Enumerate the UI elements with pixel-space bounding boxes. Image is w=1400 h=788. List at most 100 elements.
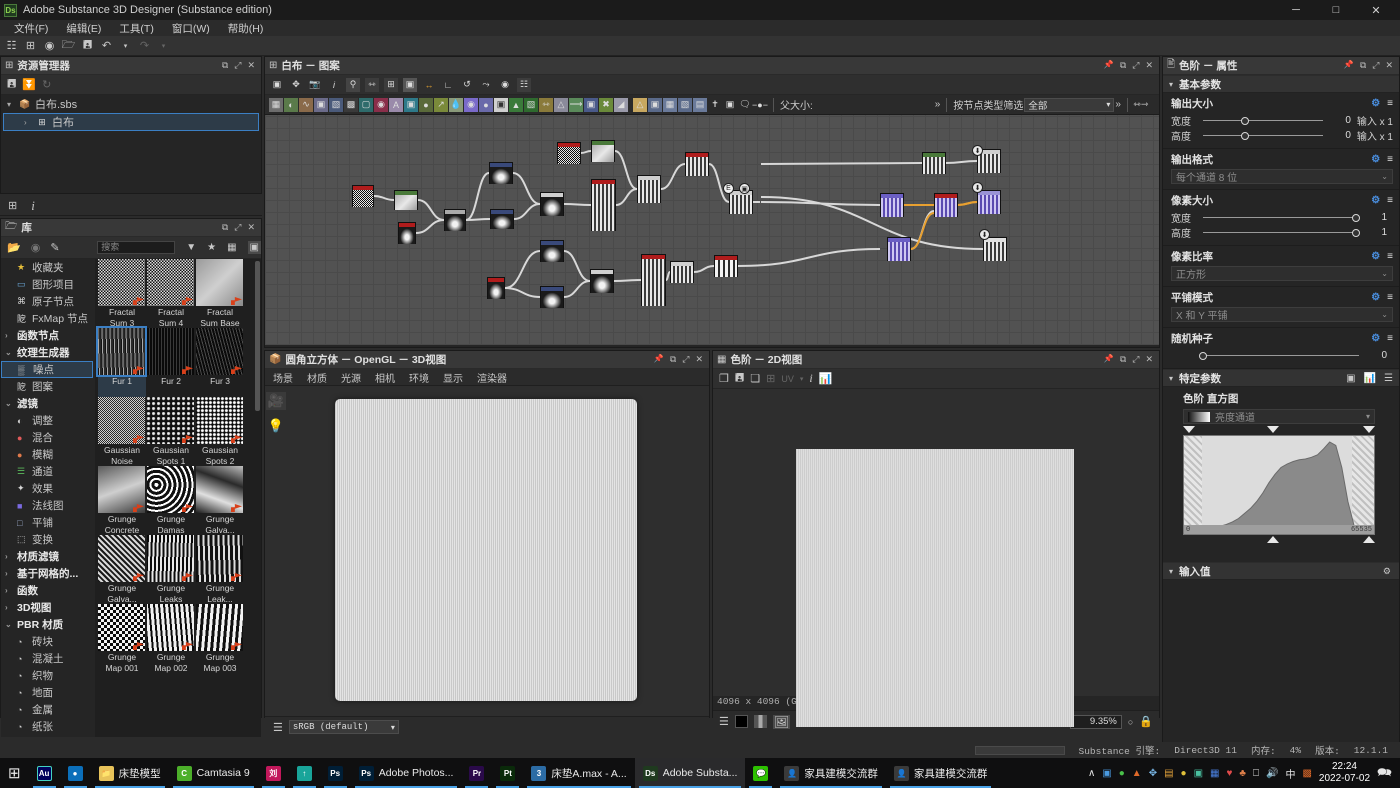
slider-knob[interactable] bbox=[1241, 132, 1249, 140]
node-bake3-icon[interactable]: ▧ bbox=[678, 98, 692, 112]
white-point-marker[interactable] bbox=[1363, 426, 1375, 433]
curve-editor-icon[interactable]: 📊 bbox=[1364, 373, 1376, 384]
node-color-icon[interactable]: ◉ bbox=[464, 98, 478, 112]
menu-edit[interactable]: 编辑(E) bbox=[58, 20, 109, 37]
taskbar-item[interactable]: Au bbox=[29, 758, 60, 788]
library-item[interactable]: GrungeGalva... bbox=[196, 466, 244, 535]
section-specific-params[interactable]: ▾ 特定参数 ▣ 📊 ☰ bbox=[1163, 369, 1399, 387]
tray-icon-3[interactable]: ▲ bbox=[1132, 768, 1142, 779]
library-category-2[interactable]: ⌘原子节点 bbox=[1, 293, 95, 310]
search-icon[interactable]: ⚲ bbox=[346, 78, 360, 92]
node-tile-icon[interactable]: ▦ bbox=[269, 98, 283, 112]
detail-view-icon[interactable]: ▣ bbox=[248, 241, 261, 254]
expose-parameter-icon[interactable]: ⚙ bbox=[1371, 154, 1380, 165]
colorspace-icon[interactable]: ☰ bbox=[719, 715, 729, 728]
menu-window[interactable]: 窗口(W) bbox=[164, 20, 218, 37]
node-hsl-icon[interactable]: ● bbox=[479, 98, 493, 112]
slider-knob[interactable] bbox=[1241, 117, 1249, 125]
camera-icon[interactable]: 📷 bbox=[308, 78, 322, 92]
node-curve-icon[interactable]: ∿ bbox=[299, 98, 313, 112]
library-category-15[interactable]: □平铺 bbox=[1, 514, 95, 531]
channel-split-swatch[interactable] bbox=[754, 715, 767, 728]
tray-icon-2[interactable]: ● bbox=[1119, 768, 1125, 779]
graph-node[interactable] bbox=[887, 237, 911, 261]
graph-node[interactable] bbox=[934, 193, 958, 217]
graph-node[interactable] bbox=[685, 152, 709, 176]
explorer-maximize-button[interactable]: ⤢ bbox=[234, 60, 241, 71]
properties-pin-button[interactable]: 📌 bbox=[1344, 60, 1354, 71]
view3d-maximize-button[interactable]: ⤢ bbox=[682, 354, 689, 365]
taskbar-item[interactable]: 刘 bbox=[258, 758, 289, 788]
expose-parameter-icon[interactable]: ⚙ bbox=[1371, 292, 1380, 303]
slider-knob[interactable] bbox=[1352, 214, 1360, 222]
curve-icon[interactable]: ⤳ bbox=[479, 78, 493, 92]
input-values-settings-icon[interactable]: ⚙ bbox=[1383, 566, 1399, 577]
library-item[interactable]: GrungeDamas bbox=[147, 466, 195, 535]
graph-node[interactable] bbox=[641, 254, 666, 306]
chevron-right-icon[interactable]: › bbox=[5, 552, 13, 561]
graph-undock-button[interactable]: ⧉ bbox=[1120, 60, 1126, 71]
colorspace-select[interactable]: sRGB (default) ▾ bbox=[289, 720, 399, 734]
graph-node[interactable] bbox=[540, 192, 564, 216]
camera-tool-icon[interactable]: 🎥 bbox=[266, 392, 286, 410]
properties-maximize-button[interactable]: ⤢ bbox=[1372, 60, 1379, 71]
link-style-icon[interactable]: ∟ bbox=[441, 78, 455, 92]
library-category-6[interactable]: ▒噪点 bbox=[1, 361, 93, 378]
node-fxmap-icon[interactable]: ▧ bbox=[329, 98, 343, 112]
graph-node[interactable] bbox=[557, 142, 581, 164]
output-white-marker[interactable] bbox=[1363, 536, 1375, 543]
graph-link[interactable] bbox=[738, 249, 880, 266]
graph-link[interactable] bbox=[418, 200, 444, 220]
section-basic-params[interactable]: ▾ 基本参数 bbox=[1163, 75, 1399, 93]
graph-link[interactable] bbox=[564, 204, 591, 205]
explorer-root-row[interactable]: ▾ 📦 白布.sbs bbox=[1, 95, 261, 113]
library-category-1[interactable]: ▭图形项目 bbox=[1, 276, 95, 293]
slider-knob[interactable] bbox=[1199, 352, 1207, 360]
tray-icon-11[interactable]: ▩ bbox=[1302, 768, 1311, 779]
node-shuffle-icon[interactable]: ✖ bbox=[599, 98, 613, 112]
node-normal-icon[interactable]: ▲ bbox=[509, 98, 523, 112]
frame-all-icon[interactable]: ▣ bbox=[270, 78, 284, 92]
graph-node[interactable] bbox=[637, 175, 661, 203]
graph-node[interactable] bbox=[490, 209, 514, 229]
graph-link[interactable] bbox=[466, 219, 490, 220]
tray-icon-6[interactable]: ● bbox=[1181, 768, 1187, 779]
graph-node[interactable] bbox=[591, 179, 616, 231]
node-bake2-icon[interactable]: ▦ bbox=[663, 98, 677, 112]
view3d-menu-display[interactable]: 显示 bbox=[443, 370, 463, 385]
node-light-icon[interactable]: △ bbox=[554, 98, 568, 112]
library-category-18[interactable]: ›基于网格的... bbox=[1, 565, 95, 582]
library-search-input[interactable]: 搜索 bbox=[97, 241, 175, 254]
node-channel-icon[interactable]: ▣ bbox=[494, 98, 508, 112]
chevron-right-icon[interactable]: › bbox=[5, 569, 13, 578]
expose-parameter-icon[interactable]: ⚙ bbox=[1371, 333, 1380, 344]
graph-link[interactable] bbox=[615, 151, 637, 189]
comment-node-icon[interactable]: 🗨 bbox=[738, 98, 752, 112]
view2d-pin-button[interactable]: 📌 bbox=[1104, 354, 1114, 365]
graph-node[interactable] bbox=[398, 222, 416, 244]
new-package-icon[interactable]: ◉ bbox=[42, 38, 57, 53]
chevron-down-icon[interactable]: ▾ bbox=[800, 375, 804, 383]
node-height-icon[interactable]: ▧ bbox=[524, 98, 538, 112]
library-item[interactable]: GrungeMap 003 bbox=[196, 604, 244, 673]
zoom-level-input[interactable]: 9.35% bbox=[1070, 715, 1122, 729]
parameter-menu-icon[interactable]: ≡ bbox=[1387, 98, 1393, 109]
favorite-icon[interactable]: ★ bbox=[207, 242, 216, 253]
new-graph-icon[interactable]: ☷ bbox=[4, 38, 19, 53]
node-output-icon[interactable]: ⇿ bbox=[539, 98, 553, 112]
library-category-11[interactable]: ●模糊 bbox=[1, 446, 95, 463]
view2d-close-button[interactable]: ✕ bbox=[1145, 354, 1153, 365]
slider-knob[interactable] bbox=[1352, 229, 1360, 237]
graph-link[interactable] bbox=[661, 164, 685, 189]
library-item[interactable]: GrungeGalva... bbox=[98, 535, 146, 604]
node-adjust-icon[interactable]: ◐ bbox=[284, 98, 298, 112]
library-category-17[interactable]: ›材质滤镜 bbox=[1, 548, 95, 565]
graph-node-tool-icon[interactable]: ⊞ bbox=[384, 78, 398, 92]
graph-link[interactable] bbox=[614, 280, 641, 281]
taskbar-item[interactable]: PsAdobe Photos... bbox=[351, 758, 462, 788]
property-slider[interactable] bbox=[1203, 130, 1323, 142]
redo-icon[interactable]: ↷ bbox=[137, 38, 152, 53]
menu-tools[interactable]: 工具(T) bbox=[111, 20, 161, 37]
taskbar-clock[interactable]: 22:24 2022-07-02 bbox=[1319, 761, 1370, 785]
undo-dropdown-icon[interactable]: ▾ bbox=[118, 38, 133, 53]
